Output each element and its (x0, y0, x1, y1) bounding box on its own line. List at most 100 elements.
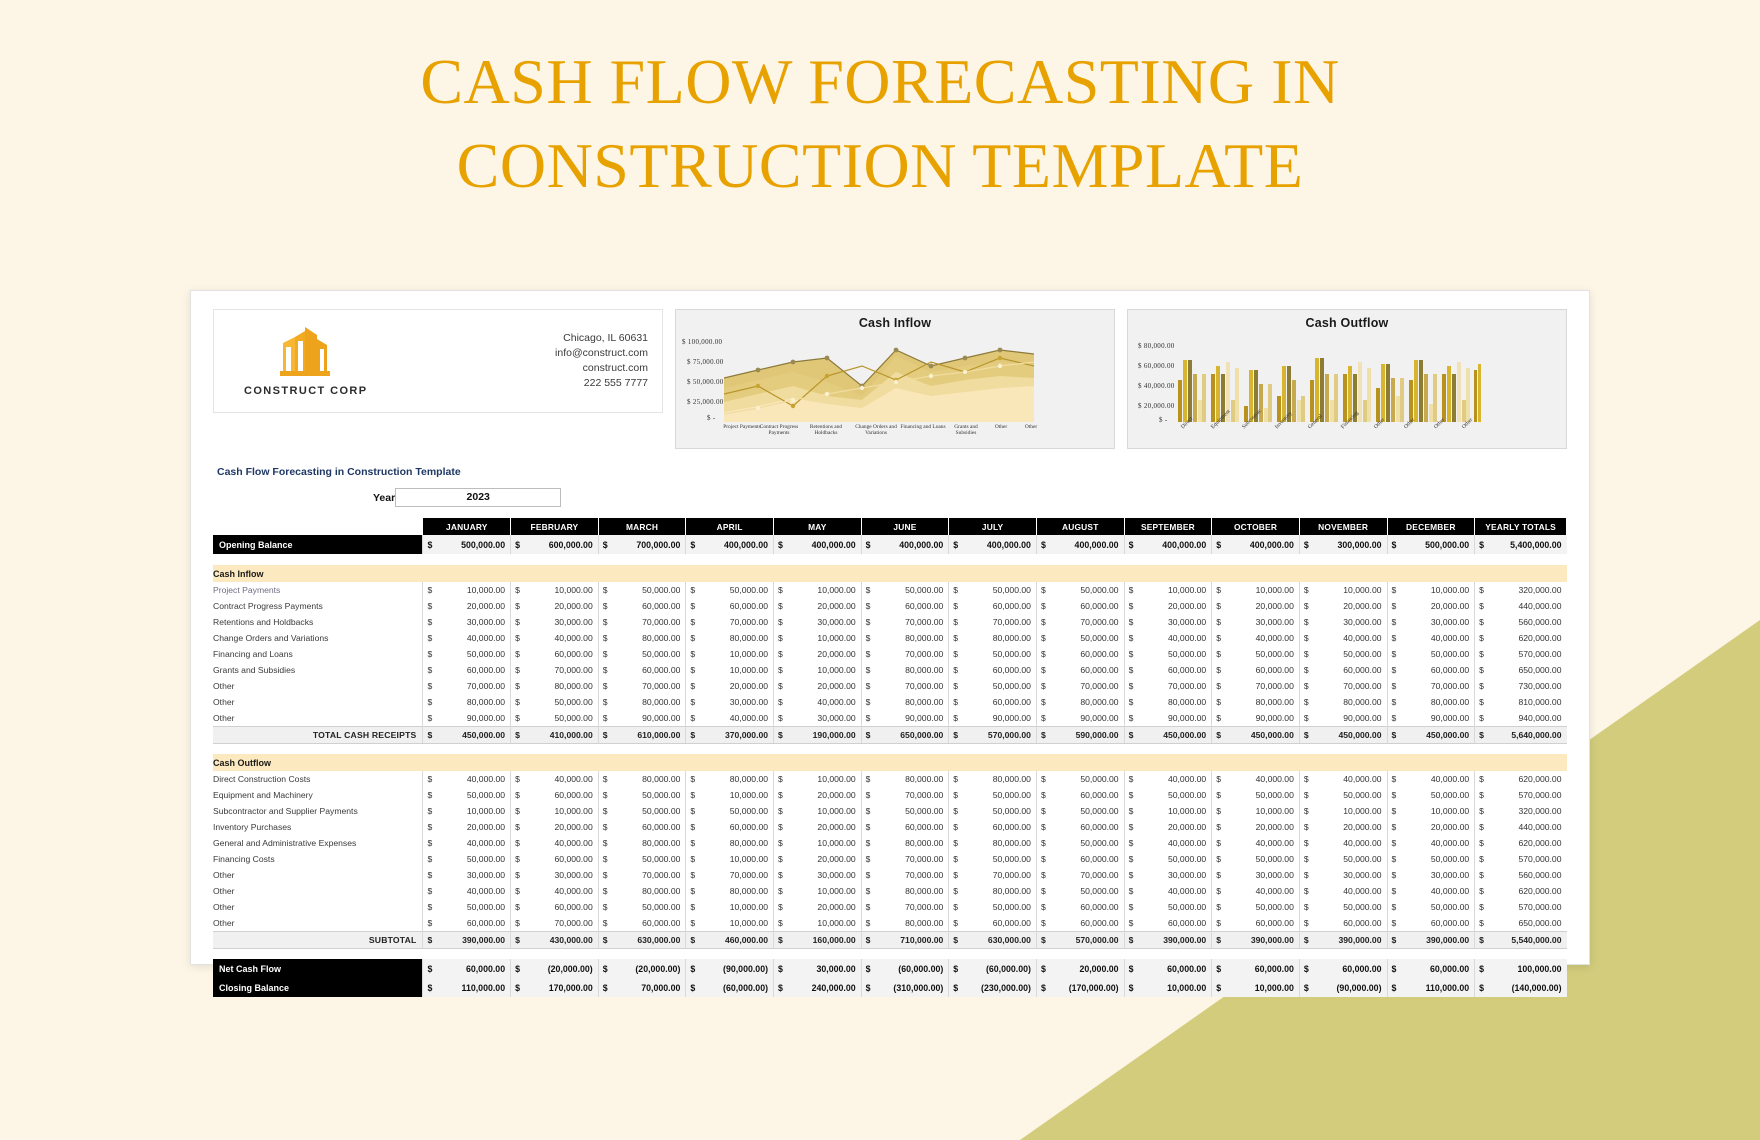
yearly-total-cell[interactable]: $940,000.00 (1474, 710, 1567, 726)
amount-cell[interactable]: $20,000.00 (685, 678, 774, 694)
amount-cell[interactable]: $50,000.00 (948, 803, 1037, 819)
opening-balance-row-cell[interactable]: $400,000.00 (1035, 535, 1125, 554)
amount-cell[interactable]: $80,000.00 (422, 694, 511, 710)
closing-balance-row-cell[interactable]: $240,000.00 (773, 978, 862, 997)
yearly-total-cell[interactable]: $810,000.00 (1474, 694, 1567, 710)
subtotal-row-cell[interactable]: $630,000.00 (948, 930, 1037, 949)
yearly-total-cell[interactable]: $440,000.00 (1474, 598, 1567, 614)
closing-balance-row-cell[interactable]: $70,000.00 (597, 978, 686, 997)
amount-cell[interactable]: $40,000.00 (773, 694, 862, 710)
amount-cell[interactable]: $80,000.00 (685, 771, 774, 787)
total-cash-receipts-row-cell[interactable]: $410,000.00 (510, 725, 599, 744)
amount-cell[interactable]: $70,000.00 (510, 662, 599, 678)
amount-cell[interactable]: $10,000.00 (422, 582, 511, 598)
amount-cell[interactable]: $30,000.00 (1211, 867, 1300, 883)
amount-cell[interactable]: $70,000.00 (948, 614, 1037, 630)
row-label[interactable]: Other (213, 899, 423, 915)
amount-cell[interactable]: $10,000.00 (773, 771, 862, 787)
amount-cell[interactable]: $80,000.00 (510, 678, 599, 694)
amount-cell[interactable]: $20,000.00 (773, 646, 862, 662)
amount-cell[interactable]: $20,000.00 (773, 598, 862, 614)
amount-cell[interactable]: $40,000.00 (510, 630, 599, 646)
amount-cell[interactable]: $90,000.00 (1298, 710, 1387, 726)
amount-cell[interactable]: $70,000.00 (685, 867, 774, 883)
net-cash-flow-row-cell[interactable]: $ (60,000.00) (948, 959, 1037, 978)
amount-cell[interactable]: $60,000.00 (948, 662, 1037, 678)
amount-cell[interactable]: $10,000.00 (773, 803, 862, 819)
amount-cell[interactable]: $50,000.00 (1211, 787, 1300, 803)
amount-cell[interactable]: $50,000.00 (422, 646, 511, 662)
amount-cell[interactable]: $40,000.00 (1386, 835, 1475, 851)
amount-cell[interactable]: $50,000.00 (1123, 787, 1212, 803)
amount-cell[interactable]: $50,000.00 (597, 646, 686, 662)
amount-cell[interactable]: $80,000.00 (948, 771, 1037, 787)
opening-balance-row-cell[interactable]: $500,000.00 (1386, 535, 1475, 554)
amount-cell[interactable]: $80,000.00 (860, 630, 949, 646)
row-label[interactable]: Other (213, 883, 423, 899)
amount-cell[interactable]: $70,000.00 (1035, 867, 1125, 883)
amount-cell[interactable]: $50,000.00 (1035, 771, 1125, 787)
closing-balance-row-cell[interactable]: $ (60,000.00) (685, 978, 774, 997)
amount-cell[interactable]: $50,000.00 (422, 899, 511, 915)
subtotal-row-cell[interactable]: $630,000.00 (597, 930, 686, 949)
amount-cell[interactable]: $40,000.00 (1123, 835, 1212, 851)
amount-cell[interactable]: $60,000.00 (1123, 662, 1212, 678)
amount-cell[interactable]: $40,000.00 (1298, 630, 1387, 646)
subtotal-row-cell[interactable]: $570,000.00 (1035, 930, 1125, 949)
amount-cell[interactable]: $60,000.00 (948, 915, 1037, 931)
amount-cell[interactable]: $50,000.00 (597, 787, 686, 803)
total-cash-receipts-row-cell[interactable]: $450,000.00 (1298, 725, 1387, 744)
row-label[interactable]: Financing Costs (213, 851, 423, 867)
closing-balance-row-yearly-cell[interactable]: $ (140,000.00) (1474, 978, 1567, 997)
row-label[interactable]: Other (213, 710, 423, 726)
row-label[interactable]: Contract Progress Payments (213, 598, 423, 614)
opening-balance-row-cell[interactable]: $400,000.00 (685, 535, 774, 554)
amount-cell[interactable]: $80,000.00 (860, 694, 949, 710)
amount-cell[interactable]: $30,000.00 (510, 614, 599, 630)
amount-cell[interactable]: $60,000.00 (685, 819, 774, 835)
amount-cell[interactable]: $50,000.00 (948, 678, 1037, 694)
amount-cell[interactable]: $20,000.00 (773, 678, 862, 694)
amount-cell[interactable]: $40,000.00 (1211, 883, 1300, 899)
amount-cell[interactable]: $70,000.00 (1211, 678, 1300, 694)
amount-cell[interactable]: $40,000.00 (422, 630, 511, 646)
opening-balance-row-yearly-cell[interactable]: $5,400,000.00 (1474, 535, 1567, 554)
amount-cell[interactable]: $10,000.00 (685, 899, 774, 915)
amount-cell[interactable]: $70,000.00 (860, 851, 949, 867)
amount-cell[interactable]: $60,000.00 (1035, 915, 1125, 931)
total-cash-receipts-row-cell[interactable]: $450,000.00 (422, 725, 511, 744)
amount-cell[interactable]: $20,000.00 (1298, 819, 1387, 835)
amount-cell[interactable]: $10,000.00 (1123, 582, 1212, 598)
amount-cell[interactable]: $70,000.00 (1035, 614, 1125, 630)
amount-cell[interactable]: $80,000.00 (597, 630, 686, 646)
amount-cell[interactable]: $90,000.00 (948, 710, 1037, 726)
amount-cell[interactable]: $10,000.00 (685, 915, 774, 931)
column-header-january[interactable]: JANUARY (422, 518, 512, 535)
closing-balance-row-cell[interactable]: $110,000.00 (1386, 978, 1475, 997)
amount-cell[interactable]: $50,000.00 (1386, 899, 1475, 915)
amount-cell[interactable]: $10,000.00 (1386, 803, 1475, 819)
amount-cell[interactable]: $60,000.00 (948, 694, 1037, 710)
row-label[interactable]: Grants and Subsidies (213, 662, 423, 678)
amount-cell[interactable]: $50,000.00 (948, 582, 1037, 598)
net-cash-flow-row-cell[interactable]: $60,000.00 (1298, 959, 1387, 978)
amount-cell[interactable]: $60,000.00 (1035, 646, 1125, 662)
amount-cell[interactable]: $50,000.00 (948, 787, 1037, 803)
amount-cell[interactable]: $20,000.00 (773, 851, 862, 867)
opening-balance-row-cell[interactable]: $400,000.00 (1123, 535, 1212, 554)
amount-cell[interactable]: $70,000.00 (1123, 678, 1212, 694)
amount-cell[interactable]: $80,000.00 (597, 835, 686, 851)
amount-cell[interactable]: $50,000.00 (597, 803, 686, 819)
column-header-december[interactable]: DECEMBER (1386, 518, 1476, 535)
yearly-total-cell[interactable]: $320,000.00 (1474, 803, 1567, 819)
amount-cell[interactable]: $20,000.00 (1123, 598, 1212, 614)
opening-balance-row-cell[interactable]: $300,000.00 (1298, 535, 1387, 554)
row-label[interactable]: Other (213, 694, 423, 710)
row-label[interactable]: Direct Construction Costs (213, 771, 423, 787)
amount-cell[interactable]: $70,000.00 (597, 678, 686, 694)
amount-cell[interactable]: $10,000.00 (1386, 582, 1475, 598)
row-label[interactable]: Retentions and Holdbacks (213, 614, 423, 630)
amount-cell[interactable]: $50,000.00 (510, 694, 599, 710)
amount-cell[interactable]: $70,000.00 (685, 614, 774, 630)
amount-cell[interactable]: $80,000.00 (1298, 694, 1387, 710)
